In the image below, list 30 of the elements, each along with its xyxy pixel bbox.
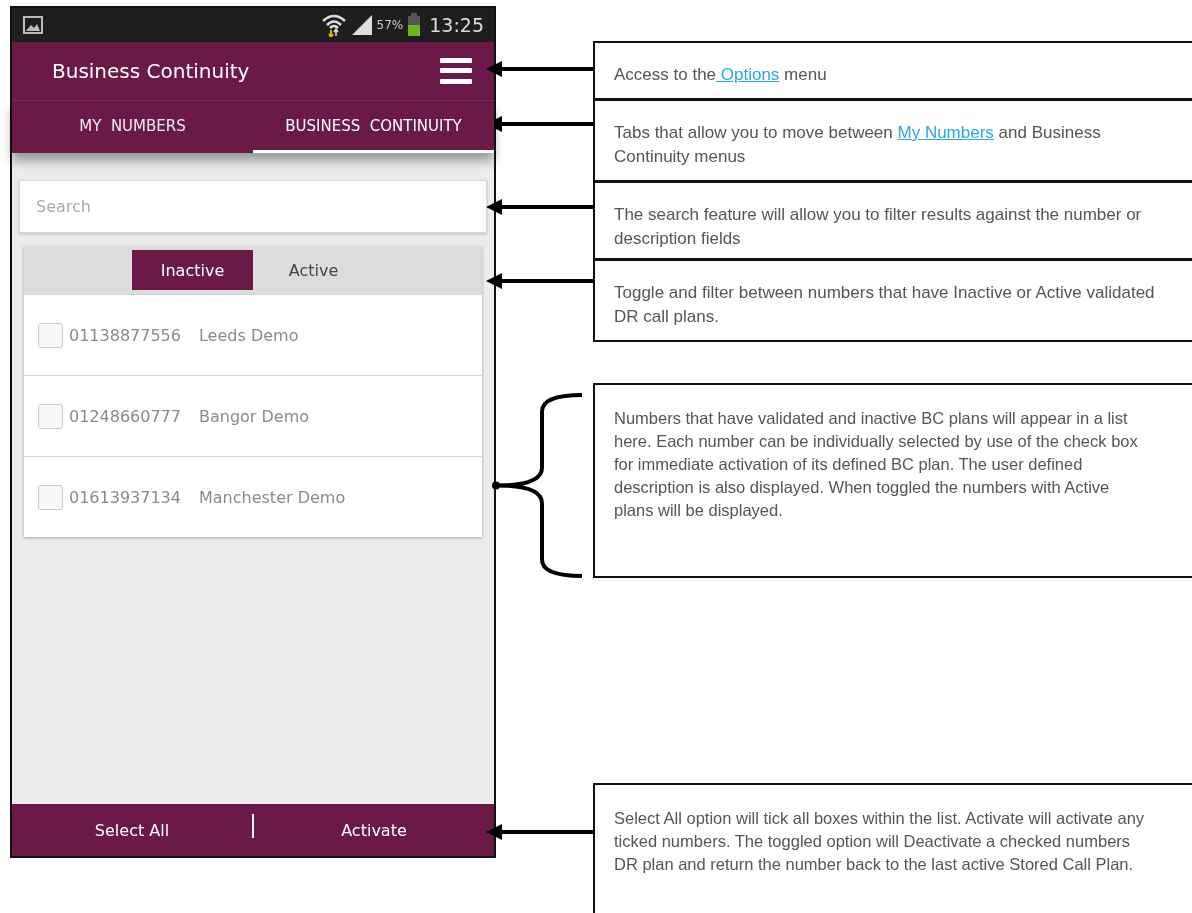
signal-icon	[350, 14, 373, 36]
phone-number: 01138877556	[69, 325, 181, 345]
image-icon	[23, 16, 43, 34]
callout-text: Tabs that allow you to move between My Numbers and Business Continuity menus	[593, 99, 1192, 182]
toggle-option[interactable]: Active	[253, 250, 374, 290]
number-description: Bangor Demo	[199, 406, 310, 426]
phone-number: 01248660777	[69, 406, 181, 426]
checkbox[interactable]	[38, 322, 63, 348]
callout-text: The search feature will allow you to filter results against the number or description fields	[593, 181, 1192, 260]
callout-text: Numbers that have validated and inactive BC plans will appear in a list here. Each number can be individually selected by use of the check box for immediate activation of its defined BC plan. The user defined description is also displayed. When toggled the numbers with Active plans will be displayed.	[593, 383, 1192, 578]
app-title: Business Continuity	[52, 59, 251, 83]
menu-icon[interactable]	[440, 58, 472, 84]
tab[interactable]: BUSINESS CONTINUITY	[253, 101, 494, 153]
search-field[interactable]: Search	[19, 180, 487, 233]
wifi-icon	[320, 13, 347, 37]
checkbox[interactable]	[38, 484, 63, 510]
clock: 13:25	[429, 14, 484, 36]
callout-text: Toggle and filter between numbers that have Inactive or Active validated DR call plans.	[593, 259, 1192, 342]
callout-text: Select All option will tick all boxes within the list. Activate will activate any ticked numbers. The toggled option will Deactivate a checked numbers DR plan and return the number back to the last active Stored Call Plan.	[593, 783, 1192, 913]
checkbox[interactable]	[38, 403, 63, 429]
battery-percent: 57%	[376, 18, 404, 32]
toggle-option[interactable]: Inactive	[132, 250, 253, 290]
activate-button[interactable]: Activate	[254, 804, 494, 856]
number-description: Manchester Demo	[199, 487, 346, 507]
callout-text: Access to the Options menu	[593, 41, 1192, 100]
battery-icon	[407, 13, 422, 37]
number-description: Leeds Demo	[199, 325, 299, 345]
phone-number: 01613937134	[69, 487, 181, 507]
tab[interactable]: MY NUMBERS	[12, 101, 253, 153]
select-all-button[interactable]: Select All	[12, 804, 252, 856]
